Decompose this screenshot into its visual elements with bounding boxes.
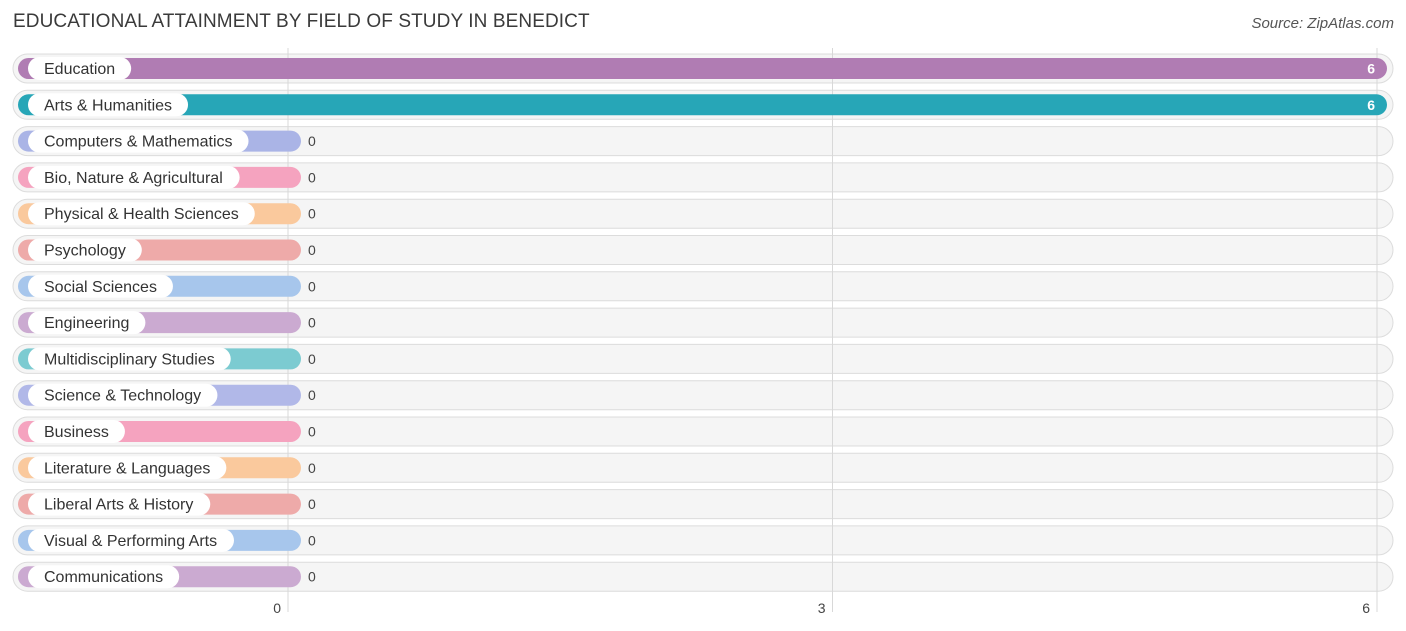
x-tick-label: 3 (818, 600, 826, 616)
bar-chart: Education 6 Arts & Humanities 6 Computers & … (12, 48, 1394, 616)
category-label: Multidisciplinary Studies (44, 351, 215, 368)
category-label: Engineering (44, 315, 129, 332)
bar-row[interactable]: Education 6 (18, 57, 1387, 80)
value-label: 0 (308, 387, 316, 403)
bar-row[interactable]: Social Sciences 0 (18, 274, 316, 298)
category-label: Literature & Languages (44, 460, 210, 477)
bar-row[interactable]: Psychology 0 (18, 238, 316, 262)
value-label: 0 (308, 133, 316, 149)
bar-row[interactable]: Visual & Performing Arts 0 (18, 528, 316, 552)
category-label: Computers & Mathematics (44, 134, 233, 151)
bar-row[interactable]: Communications 0 (18, 565, 316, 589)
value-label: 0 (308, 424, 316, 440)
value-label: 0 (308, 351, 316, 367)
bar-row[interactable]: Physical & Health Sciences 0 (18, 202, 316, 226)
x-tick-label: 0 (273, 600, 281, 616)
bar-row[interactable]: Literature & Languages 0 (18, 456, 316, 480)
value-label: 6 (1367, 61, 1375, 77)
value-label: 0 (308, 278, 316, 294)
bar-row[interactable]: Science & Technology 0 (18, 383, 316, 407)
category-label: Physical & Health Sciences (44, 206, 239, 223)
category-label: Visual & Performing Arts (44, 533, 217, 550)
value-label: 0 (308, 206, 316, 222)
category-label: Psychology (44, 243, 126, 260)
bar-row[interactable]: Liberal Arts & History 0 (18, 492, 316, 516)
category-label: Social Sciences (44, 279, 157, 296)
category-label: Arts & Humanities (44, 97, 172, 114)
bar-row[interactable]: Business 0 (18, 420, 316, 443)
value-label: 0 (308, 242, 316, 258)
bar[interactable] (18, 94, 1387, 116)
bar[interactable] (18, 58, 1387, 79)
value-label: 0 (308, 496, 316, 512)
value-label: 6 (1367, 97, 1375, 113)
bar-row[interactable]: Bio, Nature & Agricultural 0 (18, 165, 316, 189)
bar-row[interactable]: Engineering 0 (18, 311, 316, 335)
x-tick-label: 6 (1362, 600, 1370, 616)
category-label: Communications (44, 569, 163, 586)
value-label: 0 (308, 460, 316, 476)
category-label: Science & Technology (44, 388, 201, 405)
value-label: 0 (308, 169, 316, 185)
category-label: Business (44, 424, 109, 441)
bar-row[interactable]: Multidisciplinary Studies 0 (18, 347, 316, 371)
value-label: 0 (308, 569, 316, 585)
category-label: Bio, Nature & Agricultural (44, 170, 223, 187)
category-label: Liberal Arts & History (44, 497, 193, 514)
bar-row[interactable]: Arts & Humanities 6 (18, 93, 1387, 117)
bar-row[interactable]: Computers & Mathematics 0 (18, 129, 316, 153)
category-label: Education (44, 61, 115, 78)
value-label: 0 (308, 532, 316, 548)
value-label: 0 (308, 315, 316, 331)
